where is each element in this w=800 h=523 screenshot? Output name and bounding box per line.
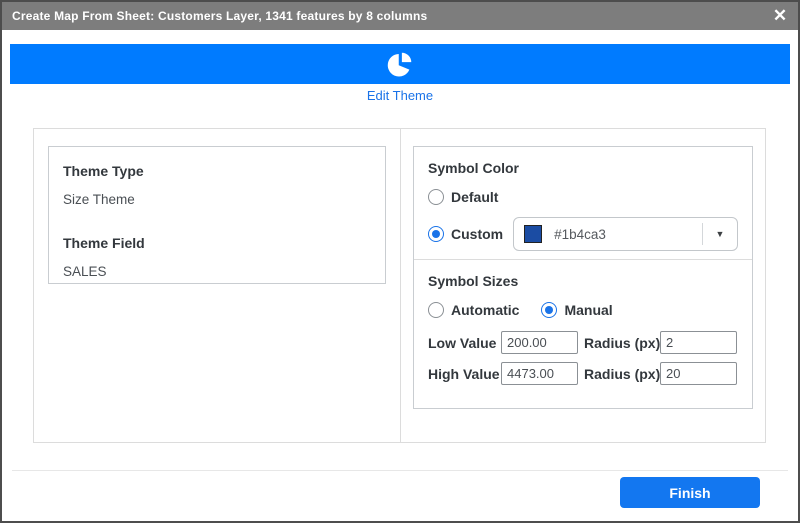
custom-color-row: Custom #1b4ca3 ▼	[428, 217, 738, 251]
dialog-titlebar: Create Map From Sheet: Customers Layer, …	[2, 2, 798, 30]
radio-custom-label: Custom	[451, 226, 503, 242]
radio-default[interactable]: Default	[428, 189, 738, 205]
theme-field-value: SALES	[63, 264, 371, 279]
color-hex-value: #1b4ca3	[554, 227, 702, 242]
low-value-label: Low Value	[428, 335, 495, 351]
custom-color-dropdown[interactable]: #1b4ca3 ▼	[513, 217, 738, 251]
theme-type-label: Theme Type	[63, 163, 371, 179]
high-value-input[interactable]	[501, 362, 578, 385]
radio-circle-manual[interactable]	[541, 302, 557, 318]
symbol-color-section: Symbol Color Default Custom #1b4ca3	[414, 147, 752, 260]
symbol-settings-box: Symbol Color Default Custom #1b4ca3	[413, 146, 753, 409]
symbol-settings-column: Symbol Color Default Custom #1b4ca3	[401, 129, 765, 442]
theme-summary-box: Theme Type Size Theme Theme Field SALES	[48, 146, 386, 284]
radio-manual[interactable]: Manual	[541, 302, 612, 318]
low-radius-input[interactable]	[660, 331, 737, 354]
theme-summary-column: Theme Type Size Theme Theme Field SALES	[34, 129, 401, 442]
create-map-dialog: Create Map From Sheet: Customers Layer, …	[0, 0, 800, 523]
symbol-sizes-section: Symbol Sizes Automatic Manual Low Value	[414, 260, 752, 408]
radio-automatic-label: Automatic	[451, 302, 519, 318]
dialog-title: Create Map From Sheet: Customers Layer, …	[12, 9, 427, 23]
theme-field-label: Theme Field	[63, 235, 371, 251]
symbol-sizes-heading: Symbol Sizes	[428, 273, 738, 289]
footer-divider	[12, 470, 788, 471]
high-radius-input[interactable]	[660, 362, 737, 385]
low-value-input[interactable]	[501, 331, 578, 354]
theme-type-value: Size Theme	[63, 192, 371, 207]
size-mode-radios: Automatic Manual	[428, 302, 738, 318]
theme-banner	[10, 44, 790, 84]
high-value-label: High Value	[428, 366, 495, 382]
content-container: Theme Type Size Theme Theme Field SALES …	[33, 128, 766, 443]
radio-automatic[interactable]: Automatic	[428, 302, 519, 318]
radio-manual-label: Manual	[564, 302, 612, 318]
finish-button[interactable]: Finish	[620, 477, 760, 508]
edit-theme-link[interactable]: Edit Theme	[2, 88, 798, 103]
pie-chart-icon	[385, 49, 415, 79]
close-icon[interactable]: ✕	[768, 4, 792, 28]
low-radius-label: Radius (px)	[584, 335, 654, 351]
size-fields-grid: Low Value Radius (px) High Value Radius …	[428, 331, 738, 385]
chevron-down-icon[interactable]: ▼	[703, 229, 737, 239]
radio-custom[interactable]: Custom	[428, 226, 503, 242]
radio-circle-automatic[interactable]	[428, 302, 444, 318]
symbol-color-heading: Symbol Color	[428, 160, 738, 176]
radio-circle-custom[interactable]	[428, 226, 444, 242]
radio-circle-default[interactable]	[428, 189, 444, 205]
high-radius-label: Radius (px)	[584, 366, 654, 382]
color-swatch	[524, 225, 542, 243]
radio-default-label: Default	[451, 189, 498, 205]
